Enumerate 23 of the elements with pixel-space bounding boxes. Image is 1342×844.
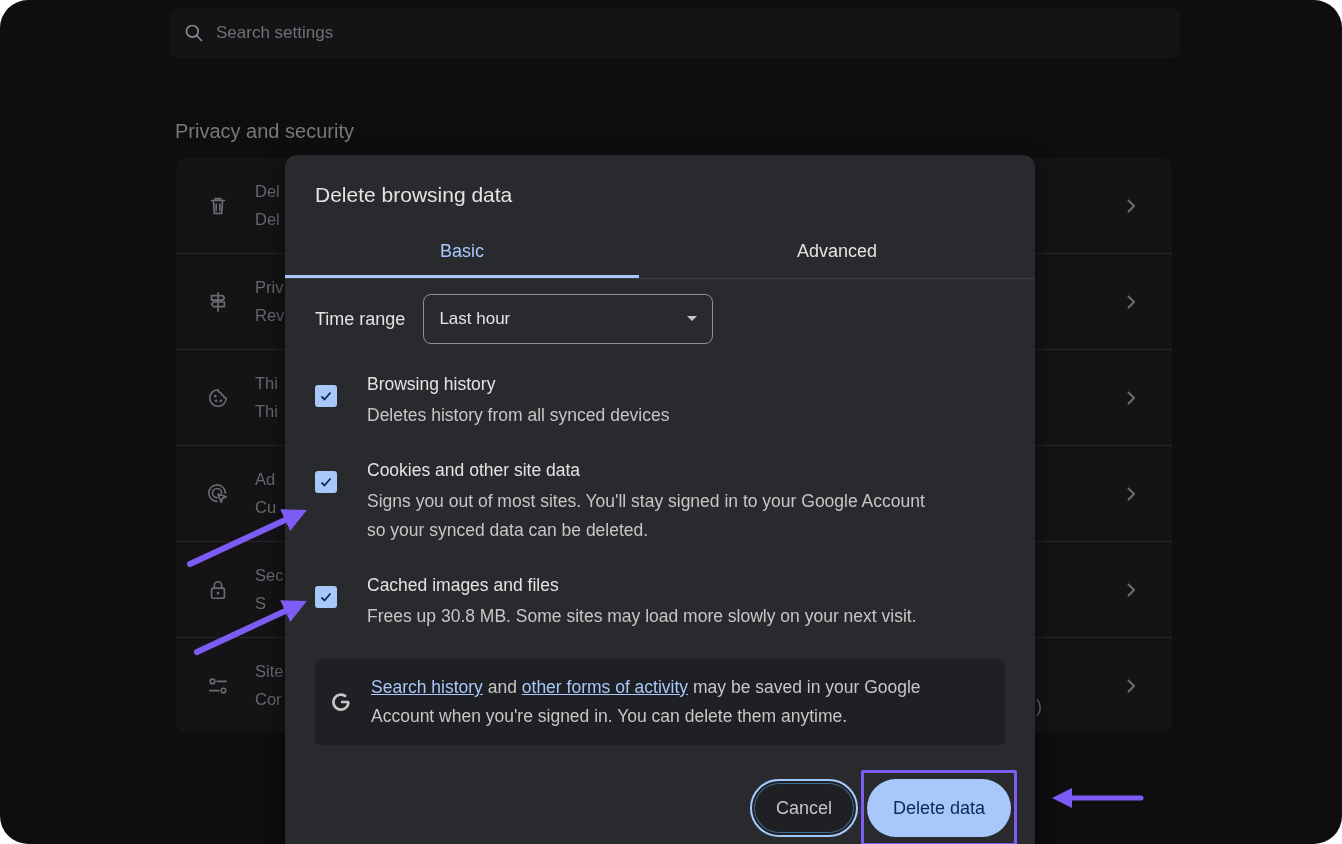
row-subtitle: Rev	[255, 306, 285, 325]
row-subtitle: Thi	[255, 402, 278, 421]
row-title: Site	[255, 662, 284, 681]
field-label: Time range	[315, 308, 406, 330]
option-description: Deletes history from all synced devices	[367, 404, 670, 427]
row-title: Sec	[255, 566, 284, 585]
option-title: Cookies and other site data	[367, 460, 582, 481]
option-description: Frees up 30.8 MB. Some sites may load more slowly on your next visit.	[367, 605, 917, 628]
row-title: Ad	[255, 470, 276, 489]
dialog-title: Delete browsing data	[315, 183, 513, 207]
row-subtitle: Cor	[255, 690, 282, 709]
row-title: Del	[255, 182, 280, 201]
row-subtitle: Cu	[255, 498, 277, 517]
option-description: Signs you out of most sites. You'll stay signed in to your Google Account so your synced data can be deleted.	[367, 490, 926, 542]
row-subtitle: S	[255, 594, 266, 613]
section-title: Privacy and security	[175, 120, 355, 144]
row-trailing-text: )	[1036, 696, 1042, 717]
row-title: Thi	[255, 374, 278, 393]
row-subtitle: Del	[255, 210, 280, 229]
option-title: Cached images and files	[367, 575, 560, 596]
option-title: Browsing history	[367, 374, 497, 395]
row-title: Priv	[255, 278, 284, 297]
info-text: Search history and other forms of activity may be saved in your Google Account when you're signed in. You can delete them anytime.	[371, 676, 922, 728]
